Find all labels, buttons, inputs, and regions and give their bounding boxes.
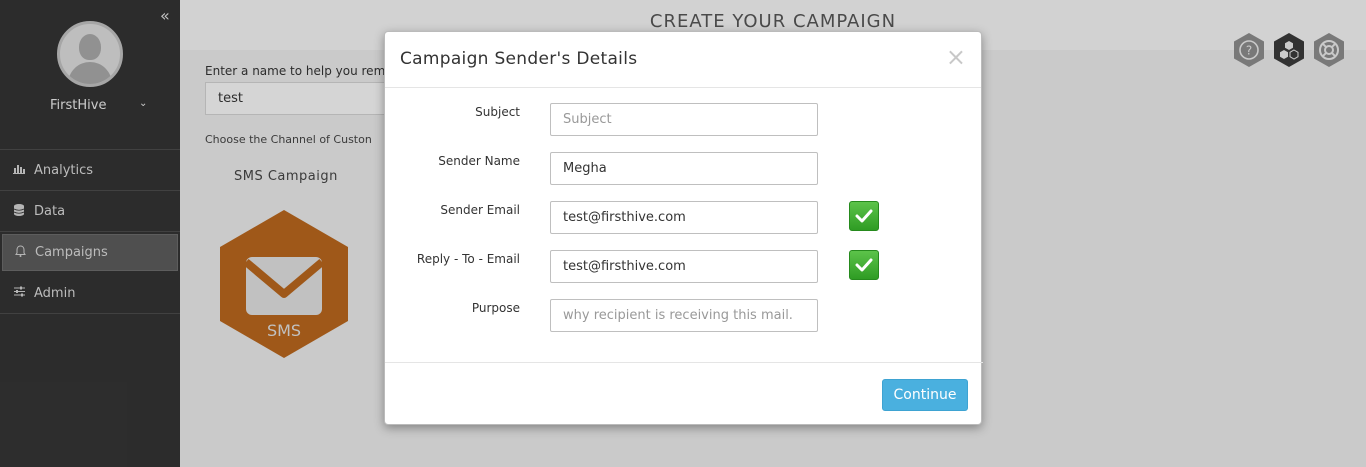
sender-email-input[interactable] xyxy=(550,201,818,234)
modal-title: Campaign Sender's Details xyxy=(400,49,638,69)
subject-label: Subject xyxy=(475,105,520,119)
purpose-label: Purpose xyxy=(471,301,520,315)
reply-to-verified-icon xyxy=(849,250,879,280)
sender-name-input[interactable] xyxy=(550,152,818,185)
modal-header: Campaign Sender's Details × xyxy=(385,32,981,88)
subject-input[interactable] xyxy=(550,103,818,136)
sender-name-row: Sender Name xyxy=(385,152,983,186)
purpose-row: Purpose xyxy=(385,299,983,333)
purpose-input[interactable] xyxy=(550,299,818,332)
sender-details-modal: Campaign Sender's Details × Subject Send… xyxy=(384,31,983,425)
reply-to-row: Reply - To - Email xyxy=(385,250,983,284)
close-icon[interactable]: × xyxy=(946,45,966,69)
reply-to-input[interactable] xyxy=(550,250,818,283)
continue-button[interactable]: Continue xyxy=(882,379,968,411)
reply-to-label: Reply - To - Email xyxy=(416,252,520,266)
subject-row: Subject xyxy=(385,103,983,137)
sender-email-label: Sender Email xyxy=(440,203,520,217)
sender-email-row: Sender Email xyxy=(385,201,983,235)
modal-footer: Continue xyxy=(385,362,983,425)
sender-name-label: Sender Name xyxy=(438,154,520,168)
sender-email-verified-icon xyxy=(849,201,879,231)
